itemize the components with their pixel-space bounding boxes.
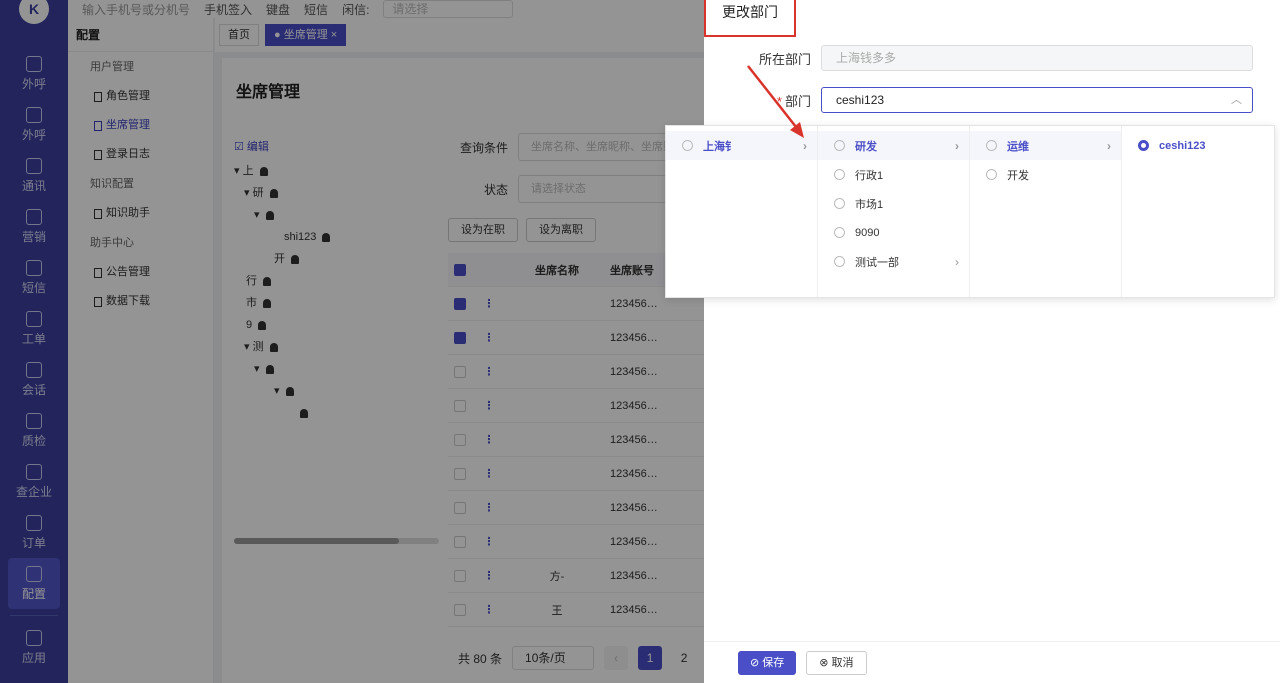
- cascader-menu-4: ceshi123: [1122, 126, 1274, 297]
- chevron-right-icon: ›: [955, 138, 959, 153]
- cascader-option[interactable]: 研发 ›: [818, 131, 969, 160]
- chevron-up-icon: ︿: [1231, 94, 1242, 106]
- chevron-right-icon: ›: [1107, 138, 1111, 153]
- chevron-right-icon: ›: [955, 254, 959, 269]
- radio-icon[interactable]: [834, 256, 845, 267]
- radio-icon[interactable]: [834, 227, 845, 238]
- cascader-option[interactable]: 9090: [818, 218, 969, 247]
- current-dept-label: 所在部门: [758, 51, 811, 67]
- current-dept-field: 上海钱多多: [821, 45, 1253, 71]
- radio-icon[interactable]: [834, 169, 845, 180]
- cascader-option[interactable]: 市场1: [818, 189, 969, 218]
- drawer-footer: ⊘ 保存 ⊗ 取消: [704, 641, 1280, 683]
- change-dept-drawer: 更改部门 所在部门 上海钱多多 * 部门 ceshi123 ︿ ⊘ 保存 ⊗ 取消: [704, 0, 1280, 683]
- radio-icon[interactable]: [986, 140, 997, 151]
- save-button[interactable]: ⊘ 保存: [738, 650, 797, 675]
- dept-cascader-input[interactable]: ceshi123 ︿: [821, 87, 1253, 113]
- radio-icon[interactable]: [682, 140, 693, 151]
- radio-icon[interactable]: [986, 169, 997, 180]
- cascader-option[interactable]: 行政1: [818, 160, 969, 189]
- cascader-option[interactable]: 上海钅 ›: [666, 131, 817, 160]
- cascader-option[interactable]: 运维 ›: [970, 131, 1121, 160]
- cascader-option[interactable]: ceshi123: [1122, 131, 1274, 160]
- cascader-menu-2: 研发 › 行政1 市场1 9090 测试一部 ›: [818, 126, 970, 297]
- chevron-right-icon: ›: [803, 138, 807, 153]
- dept-label: * 部门: [776, 93, 811, 109]
- cascader-option[interactable]: 开发: [970, 160, 1121, 189]
- radio-icon[interactable]: [834, 140, 845, 151]
- cascader-menu-1: 上海钅 ›: [666, 126, 818, 297]
- dept-cascader-dropdown: 上海钅 › 研发 › 行政1 市场1 9090 测试一部 › 运维 › 开发 ceshi123: [665, 125, 1275, 298]
- radio-icon[interactable]: [834, 198, 845, 209]
- radio-icon[interactable]: [1138, 140, 1149, 151]
- cascader-option[interactable]: 测试一部 ›: [818, 247, 969, 276]
- cancel-button[interactable]: ⊗ 取消: [806, 650, 867, 675]
- drawer-title: 更改部门: [704, 0, 796, 37]
- cascader-menu-3: 运维 › 开发: [970, 126, 1122, 297]
